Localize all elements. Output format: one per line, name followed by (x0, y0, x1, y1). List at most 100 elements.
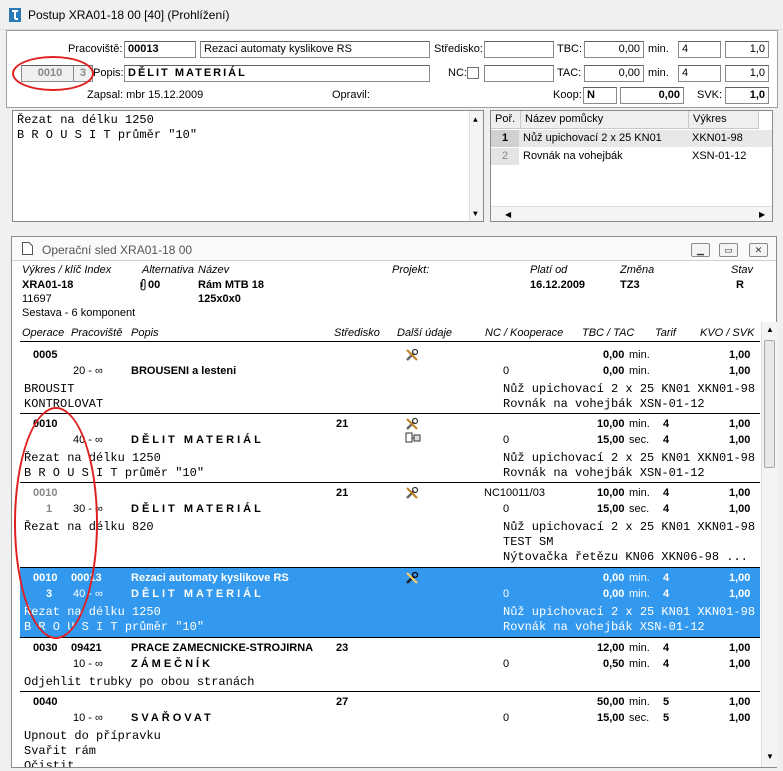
col-operace: Operace (22, 327, 65, 339)
op-popis1: PRACE ZAMECNICKE-STROJIRNA (131, 642, 314, 654)
stredisko-field[interactable] (484, 41, 554, 58)
col-header-por[interactable]: Poř. (491, 111, 521, 129)
op-tac-unit: min. (629, 365, 650, 377)
operation-row[interactable]: 0040 27 10 - ∞ SVAŘOVAT 0 50,00 min. 5 1… (20, 692, 760, 767)
operation-row[interactable]: 0005 20 - ∞ BROUSENI a lesteni 0 0,00 mi… (20, 342, 760, 413)
operation-row-selected[interactable]: 0010 00013 Rezaci automaty kyslikove RS … (20, 568, 760, 637)
op-tac-tarif: 4 (663, 434, 670, 446)
sequence-vscrollbar[interactable]: ▲ ▼ (761, 322, 777, 767)
op-svk: 1,00 (729, 712, 751, 724)
operation-header-form: Pracoviště: 00013 Rezaci automaty kyslik… (6, 30, 778, 108)
op-note-right: Nýtovačka řetězu KN06 XKN06-98 ... (503, 550, 748, 564)
op-note-right: Rovnák na vohejbák XSN-01-12 (503, 620, 705, 634)
tbc-field[interactable]: 0,00 (584, 41, 644, 58)
op-tac-unit: sec. (629, 434, 650, 446)
op-kvo: 1,00 (729, 696, 751, 708)
tbc-koef-field[interactable]: 1,0 (725, 41, 769, 58)
op-tac-unit: sec. (629, 712, 650, 724)
operation-row[interactable]: 0030 09421 PRACE ZAMECNICKE-STROJIRNA 23… (20, 638, 760, 691)
col-dalsi: Další údaje (397, 327, 453, 339)
pracoviste-label: Pracoviště: (68, 43, 123, 55)
tool-row[interactable]: 1 Nůž upichovací 2 x 25 KN01 XKN01-98 (491, 130, 772, 147)
op-tac-unit: min. (629, 658, 650, 670)
op-number: 0030 (33, 642, 58, 654)
operation-row[interactable]: 0010 21 NC10011/03 1 30 - ∞ DĚLIT MATERI… (20, 483, 760, 567)
op-tac: 15,00 (597, 434, 625, 446)
op-tbc: 0,00 (603, 349, 625, 361)
app-icon (9, 8, 21, 22)
col-tarif: Tarif (655, 327, 676, 339)
tac-koef-field[interactable]: 1,0 (725, 65, 769, 82)
op-stredisko: 27 (336, 696, 349, 708)
alternativa-value: 00 (148, 279, 161, 291)
op-svk: 1,00 (729, 503, 751, 515)
tac-field[interactable]: 0,00 (584, 65, 644, 82)
operation-notes-textarea[interactable]: Řezat na délku 1250 B R O U S I T průměr… (12, 110, 484, 222)
op-popis: BROUSENI a lesteni (131, 365, 237, 377)
op-koop: 0 (503, 365, 510, 377)
tools-hscrollbar[interactable]: ◀ ▶ (491, 206, 772, 221)
nc-field[interactable] (484, 65, 554, 82)
document-icon (22, 242, 33, 255)
scroll-up-icon[interactable]: ▲ (473, 113, 478, 128)
pracoviste-code-field[interactable]: 00013 (124, 41, 196, 58)
op-tbc-unit: min. (629, 349, 650, 361)
op-koop: 0 (503, 588, 510, 600)
scroll-left-icon[interactable]: ◀ (505, 210, 511, 219)
plati-value: 16.12.2009 (530, 279, 586, 291)
svk-label: SVK: (697, 89, 723, 101)
pracoviste-name-field[interactable]: Rezaci automaty kyslikove RS (200, 41, 430, 58)
koop-amount-field[interactable]: 0,00 (620, 87, 684, 104)
col-header-vykres[interactable]: Výkres (689, 111, 759, 129)
minimize-button[interactable]: ▁ (691, 243, 710, 257)
opravil-label: Opravil: (332, 89, 370, 101)
tbc-label: TBC: (557, 43, 583, 55)
op-note-right: TEST SM (503, 535, 554, 549)
close-button[interactable]: ✕ (749, 243, 768, 257)
zmena-label: Změna (620, 264, 655, 276)
projekt-label: Projekt: (392, 264, 430, 276)
zmena-value: TZ3 (620, 279, 640, 291)
op-note-left: Svařit rám (24, 744, 97, 758)
op-tac-tarif: 5 (663, 712, 670, 724)
tool-drawing: XSN-01-12 (692, 150, 747, 162)
op-number: 0040 (33, 696, 58, 708)
scroll-thumb[interactable] (764, 340, 775, 468)
popis-field[interactable]: DĚLIT MATERIÁL (124, 65, 430, 82)
tool-row[interactable]: 2 Rovnák na vohejbák XSN-01-12 (491, 148, 772, 165)
nazev-value: Rám MTB 18 (198, 279, 265, 291)
paperclip-icon (140, 279, 146, 291)
op-note-right: Nůž upichovací 2 x 25 KN01 XKN01-98 (503, 451, 756, 465)
koop-field[interactable]: N (583, 87, 617, 104)
tools-icon (406, 417, 419, 430)
notes-scrollbar[interactable]: ▲ ▼ (469, 111, 483, 221)
col-header-nazev[interactable]: Název pomůcky (521, 111, 689, 129)
svk-field[interactable]: 1,0 (725, 87, 769, 104)
op-note-right: Rovnák na vohejbák XSN-01-12 (503, 466, 705, 480)
op-tbc-tarif: 4 (663, 487, 670, 499)
maximize-button[interactable]: ▭ (719, 243, 738, 257)
op-tac: 15,00 (597, 503, 625, 515)
nc-label: NC: (448, 67, 467, 79)
op-svk: 1,00 (729, 658, 751, 670)
nc-checkbox[interactable] (467, 67, 479, 79)
tac-tarif-field[interactable]: 4 (678, 65, 721, 82)
notes-line: Řezat na délku 1250 (17, 113, 154, 127)
tools-icon (406, 571, 419, 584)
tbc-tarif-field[interactable]: 4 (678, 41, 721, 58)
operation-sequence-window: Operační sled XRA01-18 00 ▁ ▭ ✕ Výkres /… (11, 236, 777, 768)
operation-row[interactable]: 0010 21 40 - ∞ DĚLIT MATERIÁL 0 10,00 mi… (20, 414, 760, 482)
op-tbc-tarif: 4 (663, 642, 670, 654)
tac-label: TAC: (557, 67, 582, 79)
tbc-unit: min. (648, 43, 669, 55)
op-tbc-unit: min. (629, 696, 650, 708)
tac-unit: min. (648, 67, 669, 79)
scroll-down-icon[interactable]: ▼ (473, 207, 478, 222)
scroll-down-icon[interactable]: ▼ (766, 752, 774, 761)
op-tac: 0,00 (603, 588, 625, 600)
scroll-right-icon[interactable]: ▶ (759, 210, 765, 219)
op-tac-unit: min. (629, 588, 650, 600)
scroll-up-icon[interactable]: ▲ (766, 325, 774, 334)
op-popis: DĚLIT MATERIÁL (131, 588, 264, 600)
op-note-right: Rovnák na vohejbák XSN-01-12 (503, 397, 705, 411)
